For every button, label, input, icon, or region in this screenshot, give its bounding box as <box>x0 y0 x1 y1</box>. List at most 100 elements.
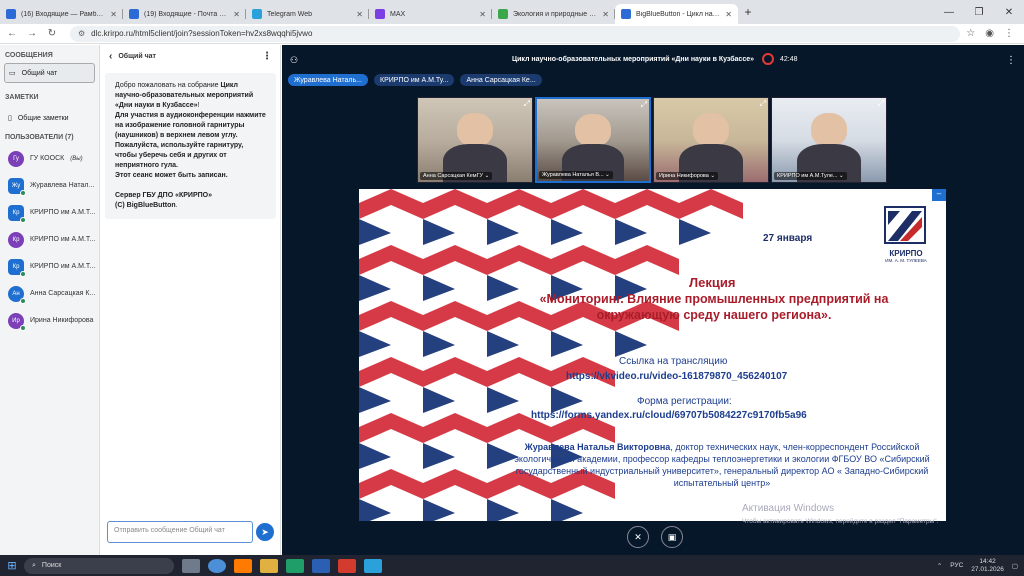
user-list-item[interactable]: Гу ГУ КООСК (Вы) <box>0 145 99 172</box>
acrobat-icon[interactable] <box>338 558 356 573</box>
user-name: КРИРПО им А.М.Т... <box>30 209 96 216</box>
back-icon[interactable]: ← <box>4 28 20 39</box>
pattern-blue-triangle <box>551 499 583 521</box>
logo-subtitle: ИМ. А. М. ТУЛЕЕВА <box>885 258 927 263</box>
pattern-red-chevron <box>423 245 487 275</box>
fullscreen-video-icon[interactable]: ⤢ <box>760 99 766 109</box>
user-list-item[interactable]: Кр КРИРПО им А.М.Т... <box>0 199 99 226</box>
talker-indicator[interactable]: Анна Сарсацкая Ке... <box>460 74 542 86</box>
pattern-red-chevron <box>359 413 423 443</box>
fullscreen-video-icon[interactable]: ⤢ <box>641 100 647 110</box>
meeting-header: ⚇ Цикл научно-образовательных мероприяти… <box>282 45 1024 75</box>
reload-icon[interactable]: ↻ <box>44 28 60 39</box>
bookmark-star-icon[interactable]: ☆ <box>966 28 975 39</box>
pattern-red-chevron <box>487 245 551 275</box>
chrome-icon[interactable] <box>208 558 226 573</box>
browser-tab[interactable]: Telegram Web ✕ <box>246 4 369 24</box>
welcome-end: ! <box>197 102 200 109</box>
fullscreen-icon[interactable]: ⛶ <box>933 506 939 517</box>
user-list-item[interactable]: Жу Журавлева Натал... <box>0 172 99 199</box>
avatar-initials: Ир <box>12 317 20 324</box>
users-toggle-icon[interactable]: ⚇ <box>290 55 298 66</box>
chat-options-icon[interactable]: ⋮ <box>262 51 272 62</box>
pattern-red-chevron <box>359 357 423 387</box>
avatar: Кр <box>8 231 24 248</box>
taskbar-clock[interactable]: 14:42 27.01.2026 <box>971 558 1004 574</box>
close-tab-icon[interactable]: ✕ <box>356 10 363 19</box>
browser-tab[interactable]: (19) Входящие - Почта Mail ✕ <box>123 4 246 24</box>
avatar: Ир <box>8 312 26 331</box>
fullscreen-video-icon[interactable]: ⤢ <box>524 99 530 109</box>
clock-time: 14:42 <box>979 557 996 565</box>
meeting-title: Цикл научно-образовательных мероприятий … <box>512 56 754 63</box>
task-view-icon[interactable] <box>182 558 200 573</box>
browser-tab[interactable]: Экология и природные ресурсы ✕ <box>492 4 615 24</box>
leave-audio-button[interactable]: ✕ <box>627 526 649 548</box>
participant-face <box>692 113 730 147</box>
meeting-options-icon[interactable]: ⋮ <box>1006 55 1016 66</box>
pattern-red-chevron <box>359 469 423 499</box>
browser-tab[interactable]: BigBlueButton - Цикл научно-образователь… <box>615 4 738 24</box>
notifications-icon[interactable]: ▢ <box>1012 562 1018 570</box>
talker-indicator[interactable]: КРИРПО им А.М.Ту... <box>374 74 455 86</box>
window-controls: — ❐ ✕ <box>934 0 1024 24</box>
chat-icon: ▭ <box>9 70 16 77</box>
talker-name: Журавлева Наталь... <box>294 76 362 84</box>
webcam-tile[interactable]: ⤢ Анна Сарсацкая КемГУ ⌄ <box>417 97 533 183</box>
tray-arrow-icon[interactable]: ⌃ <box>937 562 942 570</box>
windows-activation-title: Активация Windows <box>742 503 835 514</box>
profile-icon[interactable]: ◉ <box>985 28 994 39</box>
fullscreen-video-icon[interactable]: ⤢ <box>878 99 884 109</box>
webcam-tile[interactable]: ⤢ Журавлева Наталья В... ⌄ <box>535 97 651 183</box>
minimize-icon[interactable]: — <box>934 7 964 18</box>
forward-icon[interactable]: → <box>24 28 40 39</box>
restore-icon[interactable]: ❐ <box>964 7 994 18</box>
new-tab-button[interactable]: + <box>738 5 758 19</box>
site-info-icon[interactable]: ⚙ <box>78 29 85 38</box>
close-window-icon[interactable]: ✕ <box>994 7 1024 18</box>
url-text: dlc.krirpo.ru/html5client/join?sessionTo… <box>91 29 313 38</box>
public-chat-item[interactable]: ▭ Общий чат <box>4 63 95 83</box>
user-list-item[interactable]: Кр КРИРПО им А.М.Т... <box>0 253 99 280</box>
hide-chat-icon[interactable]: ‹ <box>109 51 112 62</box>
close-tab-icon[interactable]: ✕ <box>110 10 117 19</box>
presentation-slide: – 27 января КРИРПО ИМ. А. М. ТУЛЕЕВА Лек… <box>359 189 946 521</box>
url-field[interactable]: ⚙ dlc.krirpo.ru/html5client/join?session… <box>70 25 960 42</box>
send-message-button[interactable]: ➤ <box>256 523 274 541</box>
close-tab-icon[interactable]: ✕ <box>479 10 486 19</box>
pattern-red-chevron <box>615 189 679 219</box>
minimize-presentation-button[interactable]: – <box>932 189 946 201</box>
tab-favicon-icon <box>621 9 631 19</box>
pattern-blue-triangle <box>487 499 519 521</box>
file-explorer-icon[interactable] <box>260 558 278 573</box>
shared-notes-item[interactable]: ▯ Общие заметки <box>4 109 95 127</box>
user-list-item[interactable]: Ан Анна Сарсацкая К... <box>0 280 99 307</box>
user-sidebar: СООБЩЕНИЯ ▭ Общий чат ЗАМЕТКИ ▯ Общие за… <box>0 45 100 555</box>
close-tab-icon[interactable]: ✕ <box>725 10 732 19</box>
windows-start-icon[interactable]: ⊞ <box>0 559 24 572</box>
keyboard-language[interactable]: РУС <box>950 562 963 569</box>
taskbar-search[interactable]: ⌕ Поиск <box>24 557 174 574</box>
word-icon[interactable] <box>312 558 330 573</box>
app-icon[interactable] <box>286 558 304 573</box>
illustrator-icon[interactable] <box>234 558 252 573</box>
speaker-bio: Журавлева Наталья Викторовна, доктор тех… <box>507 441 937 489</box>
recording-indicator-icon[interactable] <box>762 53 774 65</box>
avatar-initials: Кр <box>12 263 20 270</box>
close-tab-icon[interactable]: ✕ <box>602 10 609 19</box>
chat-message-input[interactable]: Отправить сообщение Общий чат <box>107 521 253 543</box>
webcam-tile[interactable]: ⤢ Ирина Никифорова ⌄ <box>653 97 769 183</box>
user-list-item[interactable]: Ир Ирина Никифорова <box>0 307 99 334</box>
user-list-item[interactable]: Кр КРИРПО им А.М.Т... <box>0 226 99 253</box>
browser-tab[interactable]: (16) Входящие — Рамблер/почта ✕ <box>0 4 123 24</box>
close-tab-icon[interactable]: ✕ <box>233 10 240 19</box>
pattern-red-chevron <box>359 301 423 331</box>
bbb-link[interactable]: BigBlueButton <box>127 202 176 209</box>
camera-off-button[interactable]: ▣ <box>661 526 683 548</box>
talker-indicator[interactable]: Журавлева Наталь... <box>288 74 368 86</box>
webcam-tile[interactable]: ⤢ КРИРПО им А.М.Туле... ⌄ <box>771 97 887 183</box>
browser-tab[interactable]: MAX ✕ <box>369 4 492 24</box>
telegram-icon[interactable] <box>364 558 382 573</box>
menu-dots-icon[interactable]: ⋮ <box>1004 28 1014 39</box>
avatar: Кр <box>8 258 26 277</box>
